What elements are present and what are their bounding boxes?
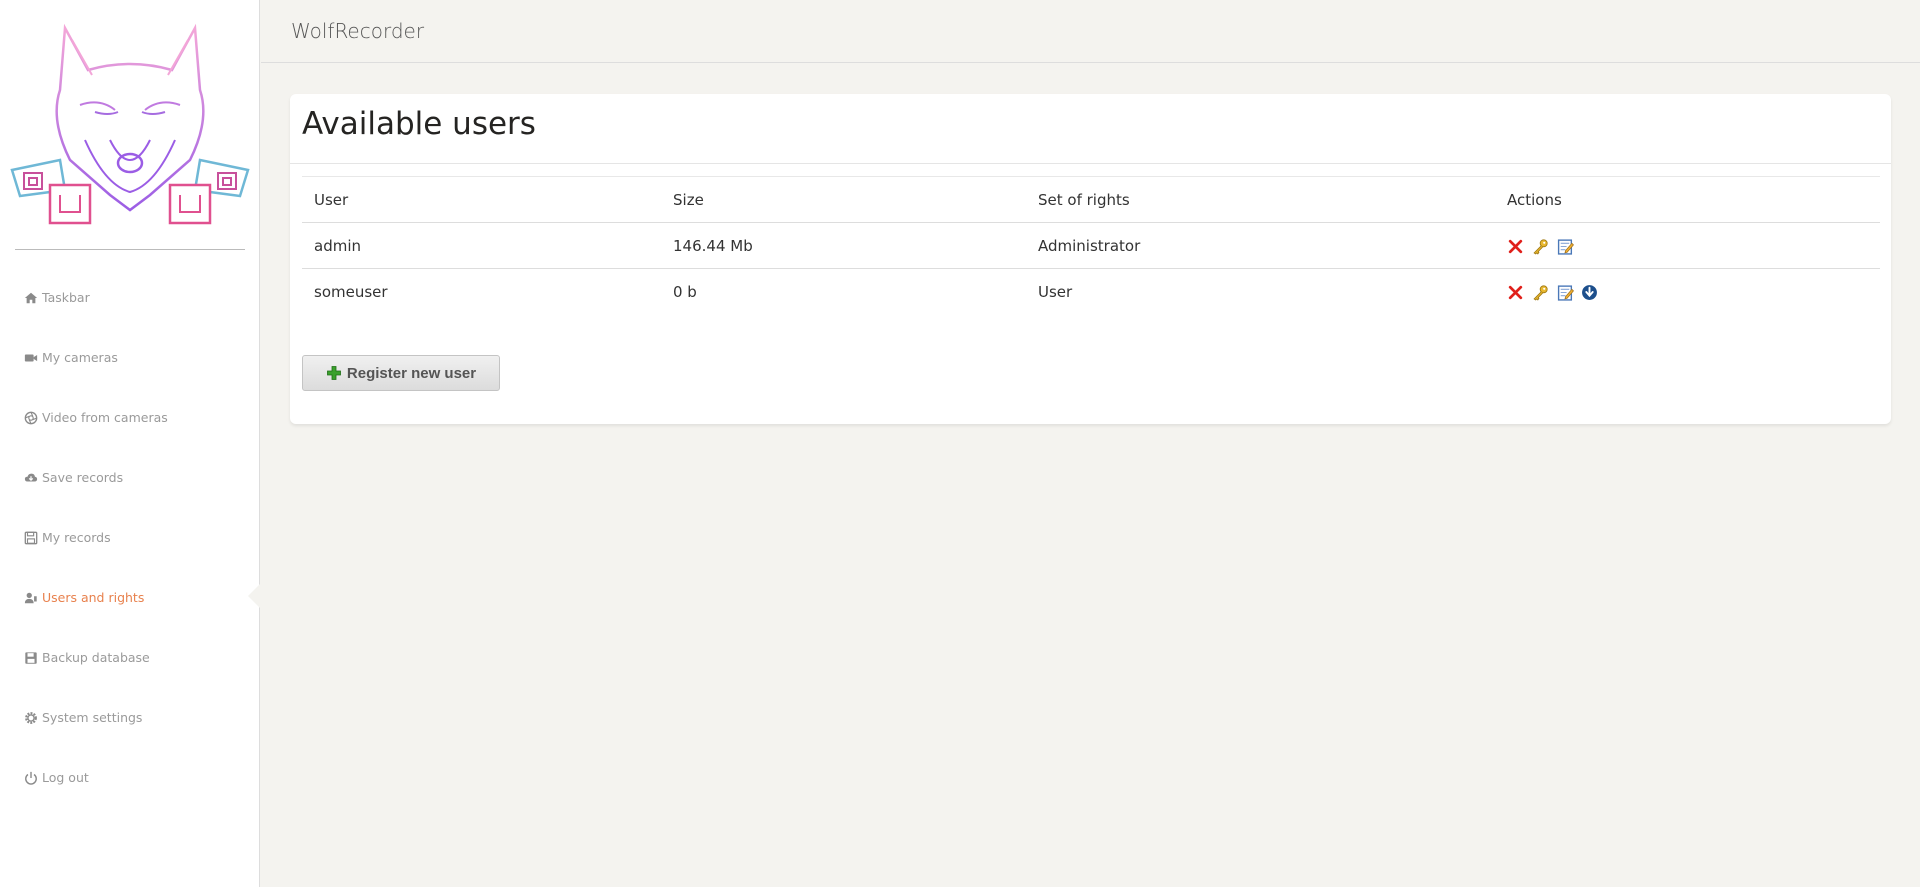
column-header-size: Size — [661, 176, 1026, 223]
sidebar: Taskbar My cameras Video from cameras Sa… — [0, 0, 260, 887]
sidebar-item-label: Taskbar — [42, 290, 90, 305]
sidebar-item-backup-database[interactable]: Backup database — [0, 626, 259, 686]
register-new-user-button[interactable]: Register new user — [302, 355, 500, 391]
users-table: User Size Set of rights Actions admin 14… — [302, 176, 1880, 315]
users-card: Available users User Size Set of rights … — [290, 94, 1891, 424]
table-row: someuser 0 b User — [302, 269, 1880, 315]
aperture-icon — [23, 410, 39, 426]
sidebar-item-label: My cameras — [42, 350, 118, 365]
download-icon[interactable] — [1581, 284, 1598, 301]
home-icon — [23, 290, 39, 306]
sidebar-item-save-records[interactable]: Save records — [0, 446, 259, 506]
floppy-disk-icon — [23, 530, 39, 546]
column-header-actions: Actions — [1495, 176, 1880, 223]
card-divider — [290, 163, 1891, 164]
logo-icon — [10, 23, 250, 225]
sidebar-item-log-out[interactable]: Log out — [0, 746, 259, 806]
sidebar-item-label: Users and rights — [42, 590, 145, 605]
gear-icon — [23, 710, 39, 726]
user-key-icon — [23, 590, 39, 606]
sidebar-item-taskbar[interactable]: Taskbar — [0, 266, 259, 326]
sidebar-item-label: Log out — [42, 770, 89, 785]
sidebar-item-label: My records — [42, 530, 111, 545]
page-title: Available users — [302, 106, 536, 142]
table-row: admin 146.44 Mb Administrator — [302, 222, 1880, 269]
active-indicator — [248, 584, 260, 608]
edit-icon[interactable] — [1557, 238, 1574, 255]
wolf-camera-logo[interactable] — [10, 20, 250, 230]
sidebar-item-label: Video from cameras — [42, 410, 168, 425]
key-icon[interactable] — [1532, 238, 1549, 255]
column-header-rights: Set of rights — [1026, 176, 1495, 223]
cell-rights: Administrator — [1026, 222, 1495, 269]
power-icon — [23, 770, 39, 786]
sidebar-item-video-from-cameras[interactable]: Video from cameras — [0, 386, 259, 446]
cell-size: 146.44 Mb — [661, 222, 1026, 269]
sidebar-item-my-records[interactable]: My records — [0, 506, 259, 566]
cloud-download-icon — [23, 470, 39, 486]
sidebar-item-label: Save records — [42, 470, 124, 485]
delete-icon[interactable] — [1507, 238, 1524, 255]
delete-icon[interactable] — [1507, 284, 1524, 301]
cell-actions — [1495, 269, 1880, 315]
column-header-user: User — [302, 176, 661, 223]
sidebar-item-system-settings[interactable]: System settings — [0, 686, 259, 746]
sidebar-divider — [15, 249, 245, 250]
app-title[interactable]: WolfRecorder — [291, 19, 424, 43]
sidebar-item-label: System settings — [42, 710, 143, 725]
cell-size: 0 b — [673, 282, 697, 301]
key-icon[interactable] — [1532, 284, 1549, 301]
plus-icon — [326, 365, 342, 381]
register-button-label: Register new user — [346, 364, 477, 382]
sidebar-nav: Taskbar My cameras Video from cameras Sa… — [0, 266, 260, 806]
sidebar-item-users-and-rights[interactable]: Users and rights — [0, 566, 260, 626]
sidebar-item-my-cameras[interactable]: My cameras — [0, 326, 259, 386]
cell-user: admin — [302, 222, 661, 269]
top-header: WolfRecorder — [261, 0, 1920, 63]
database-disk-icon — [23, 650, 39, 666]
sidebar-item-label: Backup database — [42, 650, 150, 665]
cell-rights: User — [1038, 282, 1073, 301]
table-header-row: User Size Set of rights Actions — [302, 176, 1880, 223]
cell-actions — [1495, 222, 1880, 269]
cell-user: someuser — [314, 282, 388, 301]
edit-icon[interactable] — [1557, 284, 1574, 301]
video-camera-icon — [23, 350, 39, 366]
